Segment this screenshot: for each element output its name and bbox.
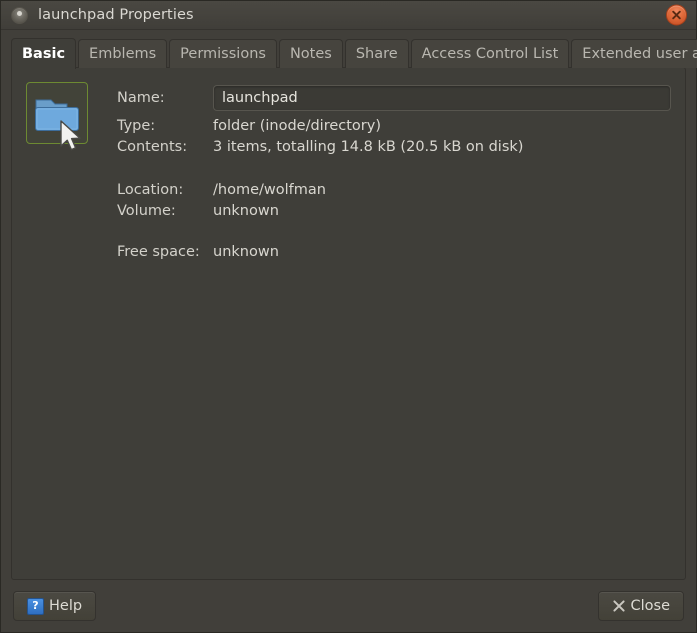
question-mark-icon: ?: [27, 597, 44, 615]
volume-label: Volume:: [117, 202, 176, 219]
type-label: Type:: [117, 117, 156, 134]
field-row-contents: Contents: 3 items, totalling 14.8 kB (20…: [117, 136, 671, 157]
contents-label: Contents:: [117, 138, 188, 155]
close-button[interactable]: Close: [597, 591, 684, 621]
properties-window: launchpad Properties Basic Emblems Permi…: [0, 0, 697, 633]
disc-icon: [11, 6, 28, 24]
tab-basic[interactable]: Basic: [11, 38, 77, 69]
volume-value: unknown: [213, 202, 279, 219]
folder-icon-button[interactable]: [26, 82, 88, 144]
tab-extended-user-attributes[interactable]: Extended user attributes: [571, 39, 697, 68]
location-value: /home/wolfman: [213, 181, 326, 198]
tab-notes-label: Notes: [289, 46, 332, 62]
field-row-name: Name:: [117, 83, 671, 113]
field-row-location: Location: /home/wolfman: [117, 179, 671, 200]
tab-strip: Basic Emblems Permissions Notes Share Ac…: [11, 38, 697, 69]
tab-page-basic: Name: Type: folder (inode/directory) Con…: [11, 67, 686, 580]
folder-icon: [35, 99, 79, 131]
tab-share[interactable]: Share: [344, 39, 409, 68]
field-gap-1: [117, 157, 671, 179]
close-button-label: Close: [630, 598, 671, 614]
tab-permissions[interactable]: Permissions: [169, 39, 277, 68]
properties-notebook: Basic Emblems Permissions Notes Share Ac…: [1, 30, 697, 580]
dialog-action-bar: ? Help Close: [1, 580, 696, 632]
field-gap-2: [117, 221, 671, 241]
basic-tab-body: Name: Type: folder (inode/directory) Con…: [12, 68, 685, 579]
basic-fields: Name: Type: folder (inode/directory) Con…: [117, 82, 671, 262]
field-row-volume: Volume: unknown: [117, 200, 671, 221]
tab-access-control-list-label: Access Control List: [421, 46, 559, 62]
name-input[interactable]: [213, 85, 671, 111]
tab-access-control-list[interactable]: Access Control List: [410, 39, 570, 68]
close-icon: [672, 10, 681, 20]
field-row-type: Type: folder (inode/directory): [117, 115, 671, 136]
help-button[interactable]: ? Help: [13, 591, 97, 621]
field-row-free-space: Free space: unknown: [117, 241, 671, 262]
window-close-button[interactable]: [666, 4, 687, 26]
x-icon: [612, 600, 625, 612]
tab-notes[interactable]: Notes: [278, 39, 343, 68]
tab-emblems[interactable]: Emblems: [78, 39, 168, 68]
free-space-value: unknown: [213, 243, 279, 260]
window-titlebar: launchpad Properties: [1, 1, 696, 30]
name-label: Name:: [117, 90, 165, 106]
type-value: folder (inode/directory): [213, 117, 381, 134]
help-button-label: Help: [49, 598, 83, 614]
tab-permissions-label: Permissions: [180, 46, 266, 62]
tab-extended-user-attributes-label: Extended user attributes: [582, 46, 697, 62]
tab-share-label: Share: [355, 46, 398, 62]
tab-emblems-label: Emblems: [89, 46, 157, 62]
file-icon-block: [26, 82, 88, 151]
tab-basic-label: Basic: [22, 46, 66, 62]
contents-value: 3 items, totalling 14.8 kB (20.5 kB on d…: [213, 138, 524, 155]
window-title: launchpad Properties: [38, 7, 194, 23]
location-label: Location:: [117, 181, 184, 198]
free-space-label: Free space:: [117, 243, 200, 260]
